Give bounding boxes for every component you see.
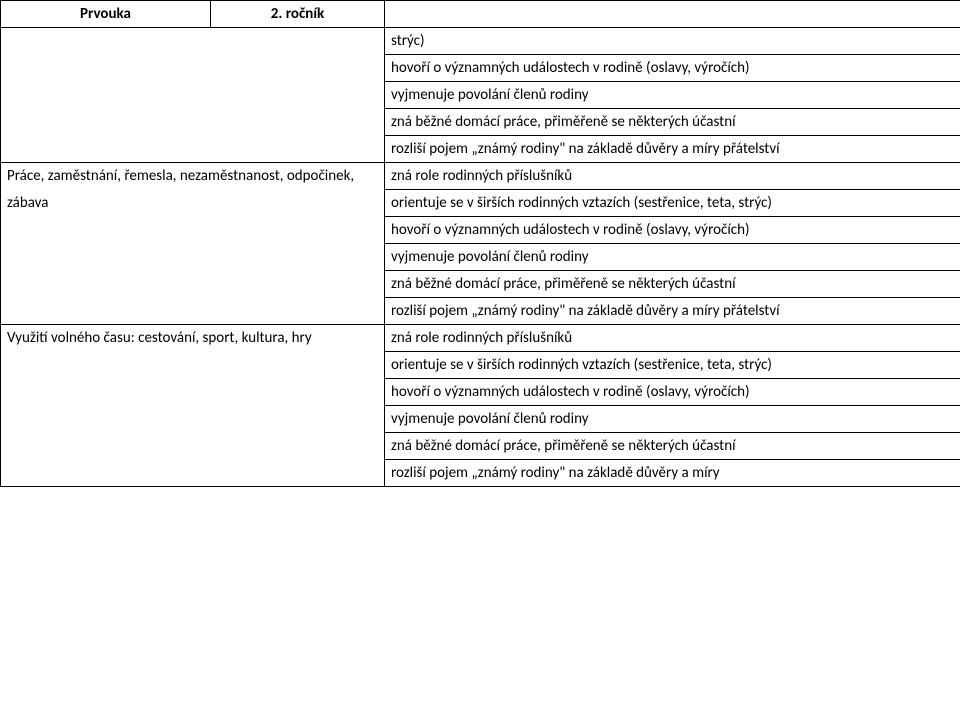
table-row: Práce, zaměstnání, řemesla, nezaměstnano… [1, 163, 960, 190]
header-empty [385, 1, 960, 28]
table-row: strýc) [1, 28, 960, 55]
right-cell: vyjmenuje povolání členů rodiny [385, 406, 960, 433]
right-cell: orientuje se v širších rodinných vztazíc… [385, 190, 960, 217]
right-cell: zná role rodinných příslušníků [385, 325, 960, 352]
right-cell: zná běžné domácí práce, přiměřeně se něk… [385, 271, 960, 298]
right-cell: zná běžné domácí práce, přiměřeně se něk… [385, 109, 960, 136]
table-header-row: Prvouka 2. ročník [1, 1, 960, 28]
right-cell: vyjmenuje povolání členů rodiny [385, 244, 960, 271]
right-cell: hovoří o významných událostech v rodině … [385, 217, 960, 244]
right-cell: rozliší pojem „známý rodiny" na základě … [385, 460, 960, 487]
left-cell-leisure: Využití volného času: cestování, sport, … [1, 325, 385, 487]
right-cell: zná běžné domácí práce, přiměřeně se něk… [385, 433, 960, 460]
right-cell: zná role rodinných příslušníků [385, 163, 960, 190]
right-cell: hovoří o významných událostech v rodině … [385, 55, 960, 82]
right-cell: vyjmenuje povolání členů rodiny [385, 82, 960, 109]
left-cell-empty-1 [1, 28, 385, 163]
table-row: Využití volného času: cestování, sport, … [1, 325, 960, 352]
table-row: zábava orientuje se v širších rodinných … [1, 190, 960, 217]
right-cell: rozliší pojem „známý rodiny" na základě … [385, 298, 960, 325]
right-cell: orientuje se v širších rodinných vztazíc… [385, 352, 960, 379]
right-cell: rozliší pojem „známý rodiny" na základě … [385, 136, 960, 163]
curriculum-table: Prvouka 2. ročník strýc) hovoří o význam… [0, 0, 960, 487]
header-subject: Prvouka [1, 1, 211, 28]
right-cell: strýc) [385, 28, 960, 55]
right-cell: hovoří o významných událostech v rodině … [385, 379, 960, 406]
left-cell-work-b: zábava [1, 190, 385, 325]
left-cell-work: Práce, zaměstnání, řemesla, nezaměstnano… [1, 163, 385, 190]
header-grade: 2. ročník [211, 1, 385, 28]
